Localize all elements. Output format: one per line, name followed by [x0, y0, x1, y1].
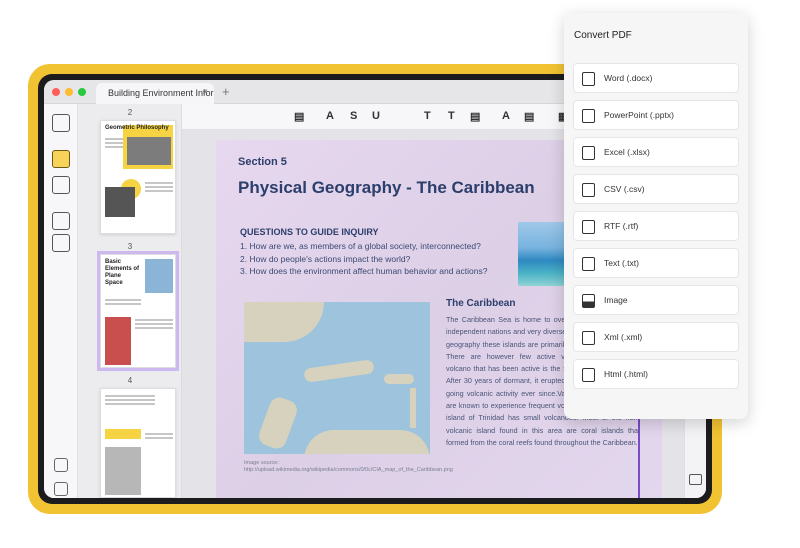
- html-icon: [582, 368, 595, 382]
- layers-icon[interactable]: [54, 458, 68, 472]
- textbox-icon[interactable]: T: [448, 110, 455, 122]
- thumbnail-title: Basic Elements of Plane Space: [105, 259, 140, 286]
- document-tab-title: Building Environment Infor: [108, 88, 214, 98]
- reader-mode-icon[interactable]: [52, 114, 70, 132]
- new-tab-button[interactable]: +: [222, 84, 230, 99]
- crop-icon[interactable]: [52, 234, 70, 252]
- thumbnail-page-number: 4: [127, 376, 133, 385]
- highlight-icon[interactable]: A: [326, 110, 334, 122]
- convert-powerpoint-button[interactable]: PowerPoint (.pptx): [573, 100, 739, 130]
- convert-xml-button[interactable]: Xml (.xml): [573, 322, 739, 352]
- questions-heading: QUESTIONS TO GUIDE INQUIRY: [240, 227, 379, 237]
- csv-icon: [582, 183, 595, 197]
- underline-icon[interactable]: U: [372, 110, 380, 122]
- convert-option-label: Word (.docx): [604, 73, 653, 83]
- caribbean-map: [244, 302, 430, 454]
- left-tool-rail: [44, 104, 78, 498]
- convert-option-label: Html (.html): [604, 369, 648, 379]
- maximize-window-button[interactable]: [78, 88, 86, 96]
- convert-rtf-button[interactable]: RTF (.rtf): [573, 211, 739, 241]
- map-caption: Image source: http://upload.wikimedia.or…: [244, 460, 453, 473]
- convert-option-label: Text (.txt): [604, 258, 639, 268]
- convert-option-label: CSV (.csv): [604, 184, 645, 194]
- caribbean-heading: The Caribbean: [446, 298, 516, 309]
- convert-word-button[interactable]: Word (.docx): [573, 63, 739, 93]
- thumbnail-page-3[interactable]: Basic Elements of Plane Space: [97, 251, 179, 371]
- list-item: 3. How does the environment affect human…: [240, 266, 488, 276]
- word-icon: [582, 72, 595, 86]
- convert-image-button[interactable]: Image: [573, 285, 739, 315]
- powerpoint-icon: [582, 109, 595, 123]
- page-title: Physical Geography - The Caribbean: [238, 178, 535, 197]
- edit-mode-icon[interactable]: [52, 176, 70, 194]
- bookmark-icon[interactable]: [54, 482, 68, 496]
- thumbnail-page-number: 2: [127, 108, 133, 117]
- excel-icon: [582, 146, 595, 160]
- comments-panel-icon[interactable]: [689, 474, 702, 485]
- text-icon[interactable]: T: [424, 110, 431, 122]
- xml-icon: [582, 331, 595, 345]
- convert-option-label: Excel (.xlsx): [604, 147, 650, 157]
- convert-pdf-panel: Convert PDF Word (.docx) PowerPoint (.pp…: [564, 13, 748, 419]
- eraser-icon[interactable]: ▤: [524, 110, 534, 123]
- thumbnail-title: Geometric Philosophy: [105, 125, 169, 131]
- questions-list: 1. How are we, as members of a global so…: [240, 240, 487, 278]
- convert-panel-title: Convert PDF: [574, 30, 632, 41]
- pen-icon[interactable]: A: [502, 110, 510, 122]
- tab-close-icon[interactable]: ×: [202, 87, 208, 98]
- comment-icon[interactable]: ▤: [294, 110, 304, 123]
- thumbnail-page-4[interactable]: [100, 388, 176, 498]
- thumbnail-page-number: 3: [127, 242, 133, 251]
- minimize-window-button[interactable]: [65, 88, 73, 96]
- text-file-icon: [582, 257, 595, 271]
- convert-option-label: Xml (.xml): [604, 332, 643, 342]
- section-label: Section 5: [238, 156, 287, 168]
- list-item: 2. How do people's actions impact the wo…: [240, 253, 411, 264]
- strikethrough-icon[interactable]: S: [350, 110, 357, 122]
- convert-excel-button[interactable]: Excel (.xlsx): [573, 137, 739, 167]
- image-icon: [582, 294, 595, 308]
- organize-pages-icon[interactable]: [52, 212, 70, 230]
- convert-html-button[interactable]: Html (.html): [573, 359, 739, 389]
- list-item: 1. How are we, as members of a global so…: [240, 241, 481, 251]
- thumbnail-panel: 2 Geometric Philosophy 3 Basic Elements …: [78, 104, 182, 498]
- stage: Building Environment Infor × + 2 Geometr…: [0, 0, 800, 548]
- document-tab[interactable]: Building Environment Infor ×: [96, 83, 214, 104]
- convert-option-label: PowerPoint (.pptx): [604, 110, 674, 120]
- convert-option-label: Image: [604, 295, 628, 305]
- convert-csv-button[interactable]: CSV (.csv): [573, 174, 739, 204]
- convert-text-button[interactable]: Text (.txt): [573, 248, 739, 278]
- window-controls: [52, 88, 86, 96]
- thumbnail-page-2[interactable]: Geometric Philosophy: [100, 120, 176, 234]
- comment-mode-icon[interactable]: [52, 150, 70, 168]
- convert-option-label: RTF (.rtf): [604, 221, 639, 231]
- close-window-button[interactable]: [52, 88, 60, 96]
- rtf-icon: [582, 220, 595, 234]
- note-icon[interactable]: ▤: [470, 110, 480, 123]
